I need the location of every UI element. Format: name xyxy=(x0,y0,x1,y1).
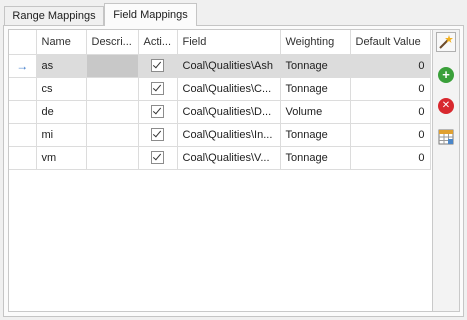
column-header-active[interactable]: Acti... xyxy=(138,30,178,55)
mappings-table: Name Descri... Acti... Field Weighting D… xyxy=(9,30,431,170)
table-row[interactable]: vm Coal\Qualities\V... Tonnage 0 xyxy=(9,146,431,170)
cell-active[interactable] xyxy=(138,54,178,78)
cell-description[interactable] xyxy=(86,123,139,147)
cell-field[interactable]: Coal\Qualities\C... xyxy=(177,77,281,101)
cell-weighting[interactable]: Volume xyxy=(280,100,351,124)
cell-weighting[interactable]: Tonnage xyxy=(280,146,351,170)
delete-icon: ✕ xyxy=(438,98,454,114)
cell-description[interactable] xyxy=(86,146,139,170)
table-row[interactable]: → as Coal\Qualities\Ash Tonnage 0 xyxy=(9,54,431,78)
row-indicator-header xyxy=(9,30,37,55)
column-header-name[interactable]: Name xyxy=(36,30,87,55)
current-row-arrow-icon: → xyxy=(16,58,29,73)
cell-active[interactable] xyxy=(138,100,178,124)
mappings-grid: Name Descri... Acti... Field Weighting D… xyxy=(8,29,433,312)
tab-field-mappings[interactable]: Field Mappings xyxy=(104,3,197,26)
table-row[interactable]: de Coal\Qualities\D... Volume 0 xyxy=(9,100,431,124)
column-header-default-value[interactable]: Default Value xyxy=(350,30,431,55)
cell-default-value[interactable]: 0 xyxy=(350,123,431,147)
cell-default-value[interactable]: 0 xyxy=(350,77,431,101)
cell-weighting[interactable]: Tonnage xyxy=(280,123,351,147)
table-row[interactable]: cs Coal\Qualities\C... Tonnage 0 xyxy=(9,77,431,101)
header-row: Name Descri... Acti... Field Weighting D… xyxy=(9,30,431,55)
cell-default-value[interactable]: 0 xyxy=(350,146,431,170)
magic-wand-icon xyxy=(439,35,453,49)
row-indicator[interactable] xyxy=(9,77,37,101)
active-checkbox[interactable] xyxy=(151,105,164,118)
cell-default-value[interactable]: 0 xyxy=(350,100,431,124)
cell-field[interactable]: Coal\Qualities\In... xyxy=(177,123,281,147)
cell-name[interactable]: vm xyxy=(36,146,87,170)
table-row[interactable]: mi Coal\Qualities\In... Tonnage 0 xyxy=(9,123,431,147)
cell-description[interactable] xyxy=(86,54,139,78)
cell-active[interactable] xyxy=(138,146,178,170)
active-checkbox[interactable] xyxy=(151,128,164,141)
field-mappings-panel: Name Descri... Acti... Field Weighting D… xyxy=(3,25,464,317)
column-header-field[interactable]: Field xyxy=(177,30,281,55)
row-indicator[interactable] xyxy=(9,123,37,147)
cell-field[interactable]: Coal\Qualities\D... xyxy=(177,100,281,124)
cell-active[interactable] xyxy=(138,123,178,147)
cell-active[interactable] xyxy=(138,77,178,101)
table-icon xyxy=(438,129,454,145)
tab-strip: Range Mappings Field Mappings xyxy=(0,0,467,26)
cell-name[interactable]: as xyxy=(36,54,87,78)
row-indicator[interactable] xyxy=(9,146,37,170)
active-checkbox[interactable] xyxy=(151,59,164,72)
row-indicator[interactable] xyxy=(9,100,37,124)
cell-description[interactable] xyxy=(86,77,139,101)
tab-range-mappings[interactable]: Range Mappings xyxy=(4,6,104,25)
add-icon: + xyxy=(438,67,454,83)
cell-name[interactable]: de xyxy=(36,100,87,124)
cell-default-value[interactable]: 0 xyxy=(350,54,431,78)
row-indicator[interactable]: → xyxy=(9,54,37,78)
active-checkbox[interactable] xyxy=(151,151,164,164)
column-header-weighting[interactable]: Weighting xyxy=(280,30,351,55)
wizard-button[interactable] xyxy=(436,32,456,52)
delete-row-button[interactable]: ✕ xyxy=(436,96,456,116)
grid-toolbar: + ✕ xyxy=(433,29,460,312)
active-checkbox[interactable] xyxy=(151,82,164,95)
cell-field[interactable]: Coal\Qualities\V... xyxy=(177,146,281,170)
cell-name[interactable]: cs xyxy=(36,77,87,101)
cell-description[interactable] xyxy=(86,100,139,124)
column-header-description[interactable]: Descri... xyxy=(86,30,139,55)
cell-weighting[interactable]: Tonnage xyxy=(280,77,351,101)
cell-weighting[interactable]: Tonnage xyxy=(280,54,351,78)
add-row-button[interactable]: + xyxy=(436,65,456,85)
table-settings-button[interactable] xyxy=(436,127,456,147)
cell-name[interactable]: mi xyxy=(36,123,87,147)
cell-field[interactable]: Coal\Qualities\Ash xyxy=(177,54,281,78)
